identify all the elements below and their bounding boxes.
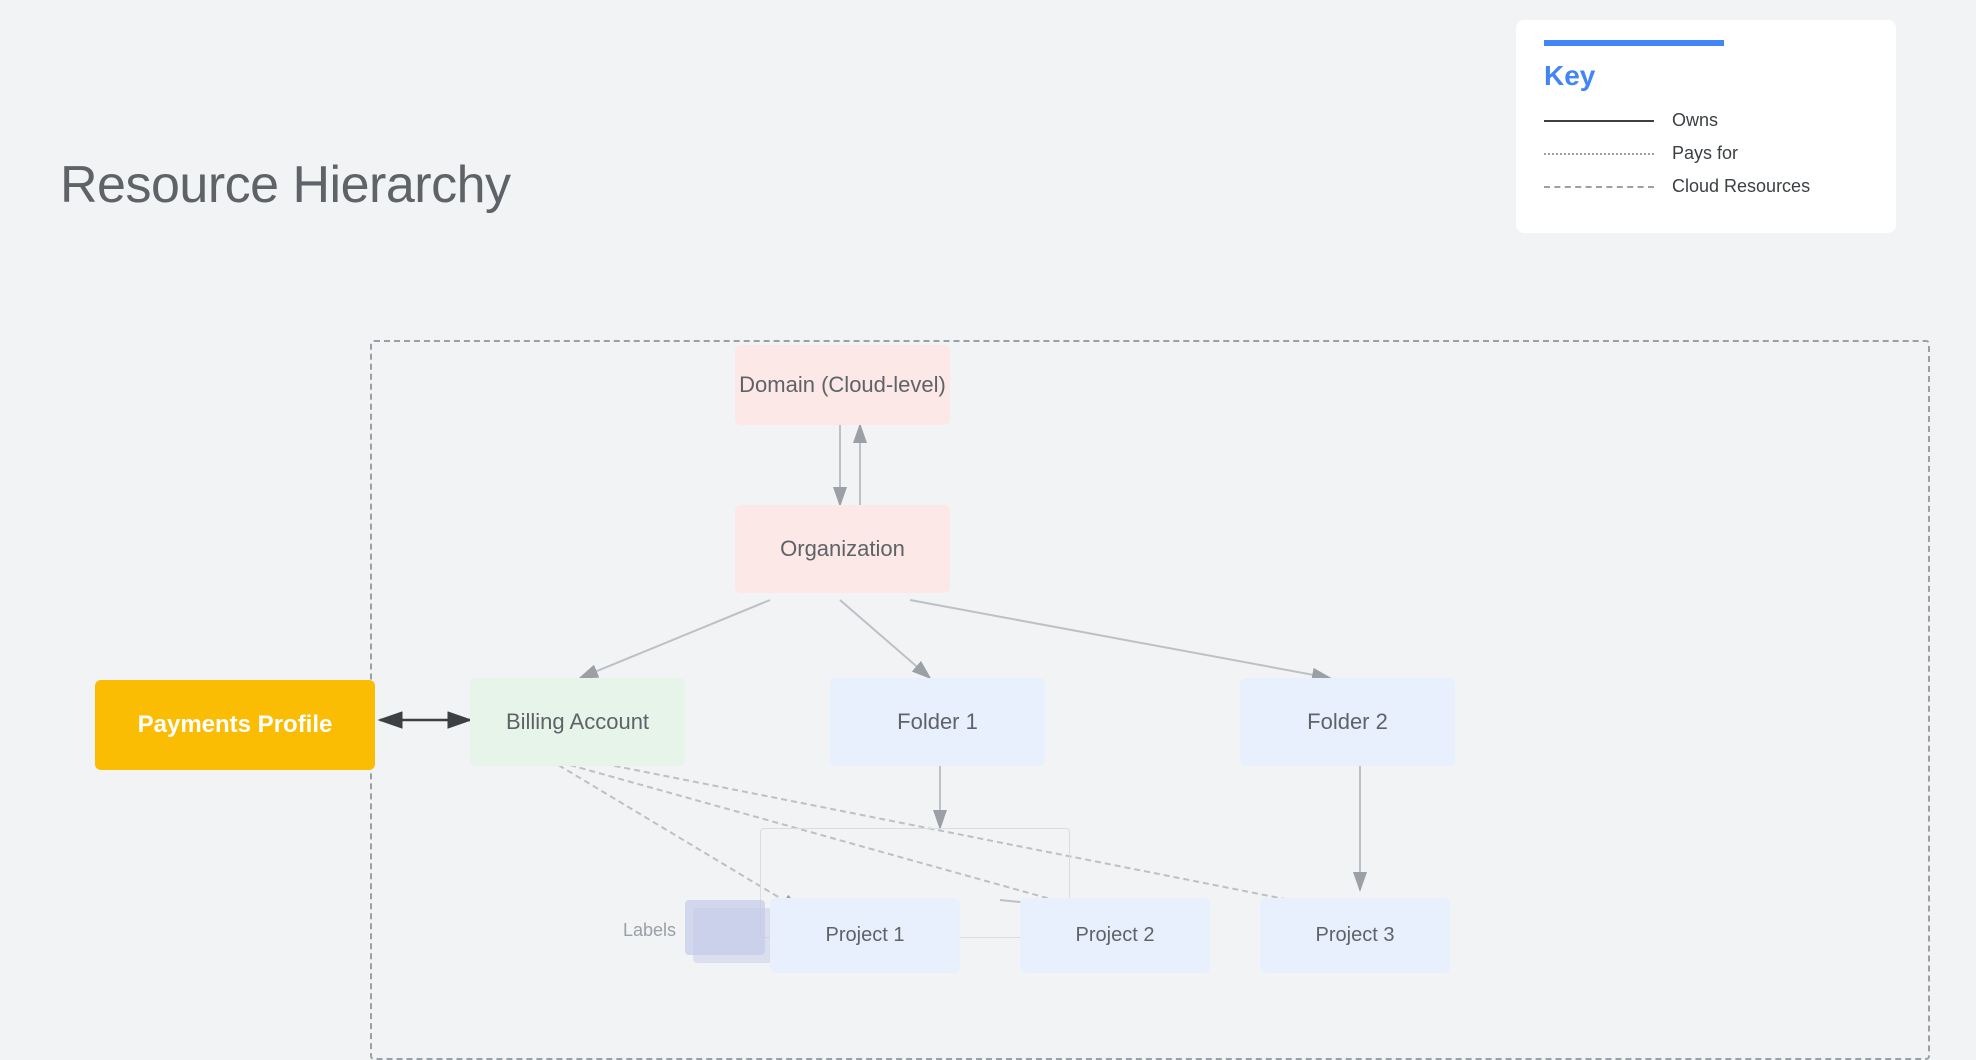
key-row-owns: Owns [1544, 110, 1868, 131]
project2-node: Project 2 [1020, 898, 1210, 973]
diagram: Payments Profile Billing Account Domain … [40, 200, 1936, 990]
project1-node: Project 1 [770, 898, 960, 973]
domain-node: Domain (Cloud-level) [735, 345, 950, 425]
key-line-dotted-icon [1544, 153, 1654, 155]
payments-profile-node: Payments Profile [95, 680, 375, 770]
billing-account-node: Billing Account [470, 678, 685, 766]
organization-node: Organization [735, 505, 950, 593]
folder1-node: Folder 1 [830, 678, 1045, 766]
folder2-node: Folder 2 [1240, 678, 1455, 766]
key-line-dashed-icon [1544, 186, 1654, 188]
key-blue-bar [1544, 40, 1724, 46]
key-label-owns: Owns [1672, 110, 1718, 131]
project3-node: Project 3 [1260, 898, 1450, 973]
labels-text: Labels [623, 920, 676, 941]
key-label-cloud: Cloud Resources [1672, 176, 1810, 197]
key-title: Key [1544, 60, 1868, 92]
key-row-cloud: Cloud Resources [1544, 176, 1868, 197]
key-line-solid-icon [1544, 120, 1654, 122]
key-row-pays: Pays for [1544, 143, 1868, 164]
key-label-pays: Pays for [1672, 143, 1738, 164]
